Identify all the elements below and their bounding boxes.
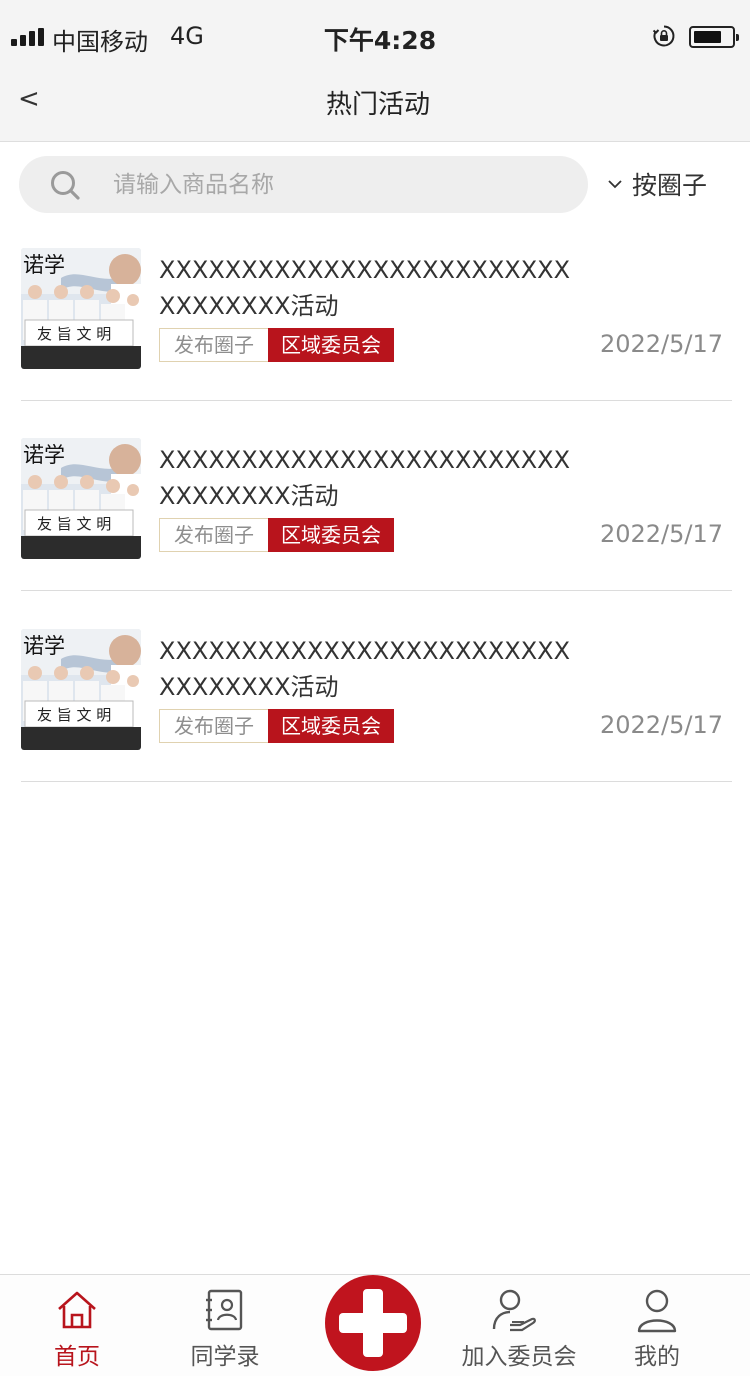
publish-circle-tag: 发布圈子: [159, 709, 269, 743]
tab-mine-label: 我的: [634, 1344, 680, 1370]
tab-home[interactable]: 首页: [22, 1275, 132, 1376]
activity-date: 2022/5/17: [599, 330, 723, 358]
activity-title: XXXXXXXXXXXXXXXXXXXXXXXXXXXXXXXXX活动: [159, 256, 571, 320]
filter-label: 按圈子: [632, 171, 708, 200]
home-icon: [58, 1291, 96, 1329]
thumbnail-banner-text: 友 旨 文 明: [37, 325, 111, 343]
activity-item[interactable]: 诺学 友 旨 文 明 XXXXXXXXXXXXXXXXXXXXXXXXXXXXX…: [21, 438, 732, 591]
regional-committee-tag: 区域委员会: [268, 328, 394, 362]
tab-classmates-label: 同学录: [190, 1344, 260, 1370]
publish-circle-tag: 发布圈子: [159, 328, 269, 362]
user-icon: [637, 1289, 677, 1333]
status-time: 下午4:28: [323, 26, 437, 55]
tab-join-committee-label: 加入委员会: [461, 1344, 577, 1370]
address-book-icon: [206, 1289, 243, 1331]
activity-date: 2022/5/17: [599, 711, 723, 739]
search-input[interactable]: [113, 156, 573, 213]
chevron-down-icon: [608, 180, 622, 189]
svg-text:诺学: 诺学: [23, 634, 65, 658]
activity-title: XXXXXXXXXXXXXXXXXXXXXXXXXXXXXXXXX活动: [159, 637, 571, 701]
tab-join-committee[interactable]: 加入委员会: [452, 1275, 586, 1376]
battery-icon: [689, 26, 739, 48]
page-title: 热门活动: [325, 90, 430, 120]
activity-thumbnail: 诺学 友 旨 文 明: [21, 248, 141, 369]
activity-date: 2022/5/17: [599, 520, 723, 548]
rotation-lock-icon: [652, 25, 675, 47]
tab-mine[interactable]: 我的: [612, 1275, 702, 1376]
tab-home-label: 首页: [54, 1344, 100, 1370]
search-icon: [51, 171, 80, 200]
activity-thumbnail: 诺学 友 旨 文 明: [21, 438, 141, 559]
join-person-icon: [492, 1289, 536, 1332]
activity-item[interactable]: 诺学 友 旨 文 明 XXXXXXXXXXXXXXXXXXXXXXXXXXXXX…: [21, 248, 732, 401]
filter-by-circle-button[interactable]: 按圈子: [606, 168, 707, 200]
bottom-tab-bar: 首页 同学录 加入委员会 我的: [0, 1274, 750, 1376]
svg-text:诺学: 诺学: [23, 443, 65, 467]
status-bar: 中国移动 4G 下午4:28: [0, 0, 750, 70]
tab-classmates[interactable]: 同学录: [170, 1275, 280, 1376]
thumbnail-banner-text: 友 旨 文 明: [37, 515, 111, 533]
svg-text:诺学: 诺学: [23, 253, 65, 277]
regional-committee-tag: 区域委员会: [268, 518, 394, 552]
activity-thumbnail: 诺学 友 旨 文 明: [21, 629, 141, 750]
activity-title: XXXXXXXXXXXXXXXXXXXXXXXXXXXXXXXXX活动: [159, 446, 571, 510]
activity-item[interactable]: 诺学 友 旨 文 明 XXXXXXXXXXXXXXXXXXXXXXXXXXXXX…: [21, 629, 732, 782]
regional-committee-tag: 区域委员会: [268, 709, 394, 743]
navigation-bar: < 热门活动: [0, 70, 750, 142]
search-bar[interactable]: [19, 156, 588, 213]
thumbnail-banner-text: 友 旨 文 明: [37, 706, 111, 724]
publish-circle-tag: 发布圈子: [159, 518, 269, 552]
add-button[interactable]: [325, 1275, 421, 1371]
